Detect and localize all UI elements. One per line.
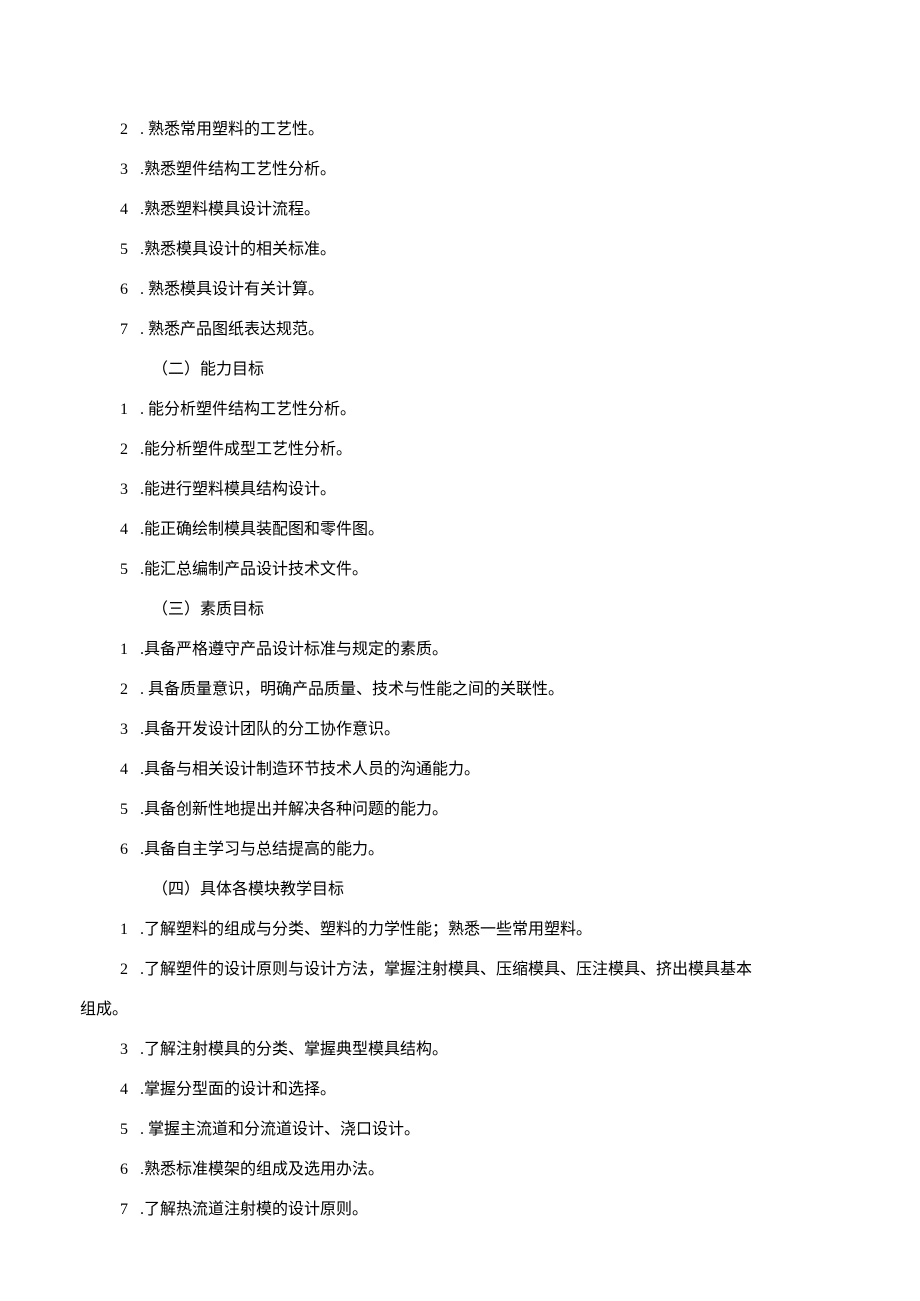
item-number: 7 (120, 1190, 128, 1230)
list-item: 4 .能正确绘制模具装配图和零件图。 (120, 510, 840, 550)
item-number: 3 (120, 710, 128, 750)
list-item: 2 .了解塑件的设计原则与设计方法，掌握注射模具、压缩模具、压注模具、挤出模具基… (120, 950, 840, 990)
item-text: .能汇总编制产品设计技术文件。 (136, 561, 368, 578)
list-item: 3 .了解注射模具的分类、掌握典型模具结构。 (120, 1030, 840, 1070)
item-text: .熟悉塑件结构工艺性分析。 (136, 161, 336, 178)
item-number: 4 (120, 750, 128, 790)
item-number: 4 (120, 510, 128, 550)
list-item: 1 . 能分析塑件结构工艺性分析。 (120, 390, 840, 430)
item-number: 6 (120, 830, 128, 870)
item-text: . 熟悉产品图纸表达规范。 (136, 321, 324, 338)
item-number: 1 (120, 910, 128, 950)
item-number: 6 (120, 270, 128, 310)
wrapped-line: 组成。 (80, 990, 840, 1030)
item-text: .具备创新性地提出并解决各种问题的能力。 (136, 801, 448, 818)
item-number: 5 (120, 550, 128, 590)
item-text: .具备与相关设计制造环节技术人员的沟通能力。 (136, 761, 480, 778)
item-text: .了解塑料的组成与分类、塑料的力学性能；熟悉一些常用塑料。 (136, 921, 592, 938)
item-text: .了解注射模具的分类、掌握典型模具结构。 (136, 1041, 448, 1058)
item-text: .具备自主学习与总结提高的能力。 (136, 841, 384, 858)
item-number: 2 (120, 950, 128, 990)
item-number: 2 (120, 110, 128, 150)
item-text: .熟悉塑料模具设计流程。 (136, 201, 320, 218)
list-item: 4 .熟悉塑料模具设计流程。 (120, 190, 840, 230)
item-number: 2 (120, 430, 128, 470)
list-item: 1 .了解塑料的组成与分类、塑料的力学性能；熟悉一些常用塑料。 (120, 910, 840, 950)
item-text: .熟悉标准模架的组成及选用办法。 (136, 1161, 384, 1178)
item-number: 2 (120, 670, 128, 710)
list-item: 5 .能汇总编制产品设计技术文件。 (120, 550, 840, 590)
item-number: 5 (120, 790, 128, 830)
item-text: .具备开发设计团队的分工协作意识。 (136, 721, 400, 738)
item-number: 1 (120, 630, 128, 670)
item-number: 4 (120, 190, 128, 230)
list-item: 6 .熟悉标准模架的组成及选用办法。 (120, 1150, 840, 1190)
item-number: 7 (120, 310, 128, 350)
list-item: 6 .具备自主学习与总结提高的能力。 (120, 830, 840, 870)
item-text: . 掌握主流道和分流道设计、浇口设计。 (136, 1121, 420, 1138)
item-number: 3 (120, 150, 128, 190)
list-item: 5 .具备创新性地提出并解决各种问题的能力。 (120, 790, 840, 830)
list-item: 2 . 熟悉常用塑料的工艺性。 (120, 110, 840, 150)
item-text: . 具备质量意识，明确产品质量、技术与性能之间的关联性。 (136, 681, 564, 698)
item-text: .熟悉模具设计的相关标准。 (136, 241, 336, 258)
item-text: .能正确绘制模具装配图和零件图。 (136, 521, 384, 538)
item-number: 1 (120, 390, 128, 430)
item-text: .掌握分型面的设计和选择。 (136, 1081, 336, 1098)
list-item: 4 .掌握分型面的设计和选择。 (120, 1070, 840, 1110)
item-number: 4 (120, 1070, 128, 1110)
list-item: 2 .能分析塑件成型工艺性分析。 (120, 430, 840, 470)
list-item: 7 . 熟悉产品图纸表达规范。 (120, 310, 840, 350)
list-item: 1 .具备严格遵守产品设计标准与规定的素质。 (120, 630, 840, 670)
item-text: .具备严格遵守产品设计标准与规定的素质。 (136, 641, 448, 658)
item-text: . 熟悉常用塑料的工艺性。 (136, 121, 324, 138)
list-item: 3 .能进行塑料模具结构设计。 (120, 470, 840, 510)
item-number: 6 (120, 1150, 128, 1190)
item-number: 3 (120, 470, 128, 510)
item-text: .了解热流道注射模的设计原则。 (136, 1201, 368, 1218)
item-number: 5 (120, 1110, 128, 1150)
item-text: . 能分析塑件结构工艺性分析。 (136, 401, 356, 418)
list-item: 2 . 具备质量意识，明确产品质量、技术与性能之间的关联性。 (120, 670, 840, 710)
item-text: .能进行塑料模具结构设计。 (136, 481, 336, 498)
item-number: 3 (120, 1030, 128, 1070)
list-item: 4 .具备与相关设计制造环节技术人员的沟通能力。 (120, 750, 840, 790)
item-text: . 熟悉模具设计有关计算。 (136, 281, 324, 298)
list-item: 5 .熟悉模具设计的相关标准。 (120, 230, 840, 270)
list-item: 7 .了解热流道注射模的设计原则。 (120, 1190, 840, 1230)
item-number: 5 (120, 230, 128, 270)
section-2-title: （二）能力目标 (152, 350, 840, 390)
item-text: .了解塑件的设计原则与设计方法，掌握注射模具、压缩模具、压注模具、挤出模具基本 (136, 961, 752, 978)
list-item: 3 .具备开发设计团队的分工协作意识。 (120, 710, 840, 750)
section-4-title: （四）具体各模块教学目标 (152, 870, 840, 910)
list-item: 5 . 掌握主流道和分流道设计、浇口设计。 (120, 1110, 840, 1150)
section-3-title: （三）素质目标 (152, 590, 840, 630)
item-text: .能分析塑件成型工艺性分析。 (136, 441, 352, 458)
list-item: 3 .熟悉塑件结构工艺性分析。 (120, 150, 840, 190)
list-item: 6 . 熟悉模具设计有关计算。 (120, 270, 840, 310)
